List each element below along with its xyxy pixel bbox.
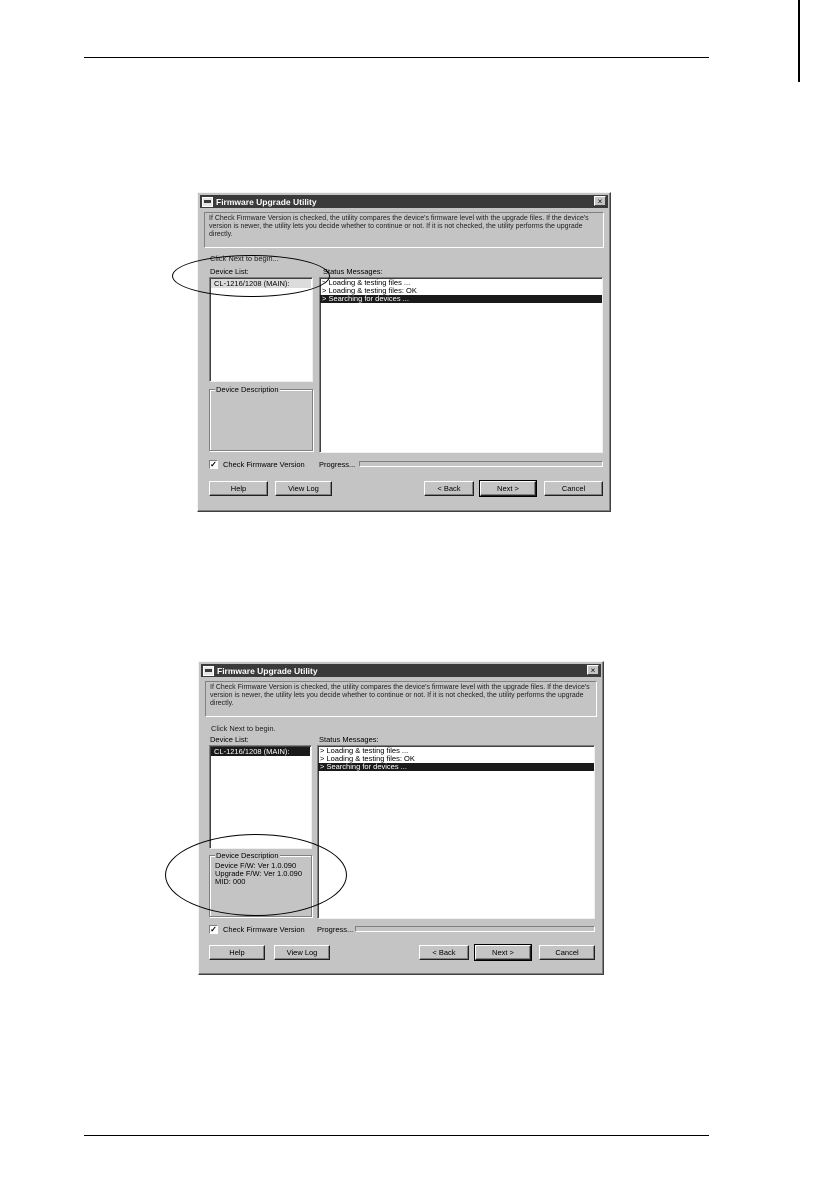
info-box: If Check Firmware Version is checked, th… (205, 681, 597, 717)
device-list[interactable]: CL-1216/1208 (MAIN): (209, 745, 312, 849)
info-box: If Check Firmware Version is checked, th… (204, 212, 604, 248)
cancel-button[interactable]: Cancel (539, 945, 595, 960)
info-text: If Check Firmware Version is checked, th… (209, 215, 589, 238)
progress-bar (355, 926, 595, 932)
page-edge-mark (798, 0, 800, 82)
app-icon (203, 665, 214, 676)
device-description-title: Device Description (215, 851, 280, 860)
check-firmware-checkbox[interactable]: ✓ (209, 925, 218, 934)
info-text: If Check Firmware Version is checked, th… (210, 684, 590, 707)
status-messages-box[interactable]: > Loading & testing files ... > Loading … (319, 277, 603, 453)
close-button[interactable]: × (594, 196, 606, 206)
status-message-highlighted: > Searching for devices ... (320, 295, 602, 303)
check-firmware-label[interactable]: Check Firmware Version (223, 460, 305, 469)
status-messages-label: Status Messages: (319, 735, 379, 744)
close-button[interactable]: × (587, 665, 599, 675)
device-description-title: Device Description (215, 385, 280, 394)
back-button[interactable]: < Back (419, 945, 469, 960)
progress-label: Progress... (319, 460, 356, 469)
firmware-upgrade-dialog-2: Firmware Upgrade Utility × If Check Firm… (198, 661, 604, 975)
help-button[interactable]: Help (209, 945, 265, 960)
help-button[interactable]: Help (209, 481, 268, 496)
device-list-item[interactable]: CL-1216/1208 (MAIN): (211, 279, 311, 288)
device-list-item-selected[interactable]: CL-1216/1208 (MAIN): (211, 747, 310, 756)
view-log-button[interactable]: View Log (274, 945, 330, 960)
click-next-text: Click Next to begin. (211, 724, 276, 733)
app-icon (202, 196, 213, 207)
device-list[interactable]: CL-1216/1208 (MAIN): (209, 277, 313, 382)
page-header-rule (84, 57, 709, 58)
firmware-upgrade-dialog-1: Firmware Upgrade Utility × If Check Firm… (197, 192, 611, 512)
back-button[interactable]: < Back (424, 481, 474, 496)
status-message-highlighted: > Searching for devices ... (318, 763, 594, 771)
window-title: Firmware Upgrade Utility (217, 665, 318, 676)
next-button[interactable]: Next > (479, 480, 537, 497)
title-bar[interactable]: Firmware Upgrade Utility × (201, 664, 601, 677)
device-description-group: Device Description (209, 385, 313, 451)
device-list-label: Device List: (210, 267, 249, 276)
progress-label: Progress... (317, 925, 354, 934)
check-firmware-checkbox[interactable]: ✓ (209, 460, 218, 469)
status-messages-label: Status Messages: (323, 267, 383, 276)
progress-bar (359, 461, 603, 467)
check-firmware-label[interactable]: Check Firmware Version (223, 925, 305, 934)
device-description-group: Device Description Device F/W: Ver 1.0.0… (209, 851, 312, 917)
device-list-label: Device List: (210, 735, 249, 744)
window-title: Firmware Upgrade Utility (216, 196, 317, 207)
status-messages-box[interactable]: > Loading & testing files ... > Loading … (317, 745, 595, 919)
title-bar[interactable]: Firmware Upgrade Utility × (200, 195, 608, 208)
mid-value: MID: 000 (215, 877, 246, 886)
page-footer-rule (84, 1135, 709, 1136)
view-log-button[interactable]: View Log (275, 481, 332, 496)
next-button[interactable]: Next > (474, 944, 532, 961)
click-next-text: Click Next to begin... (210, 254, 279, 263)
cancel-button[interactable]: Cancel (544, 481, 603, 496)
